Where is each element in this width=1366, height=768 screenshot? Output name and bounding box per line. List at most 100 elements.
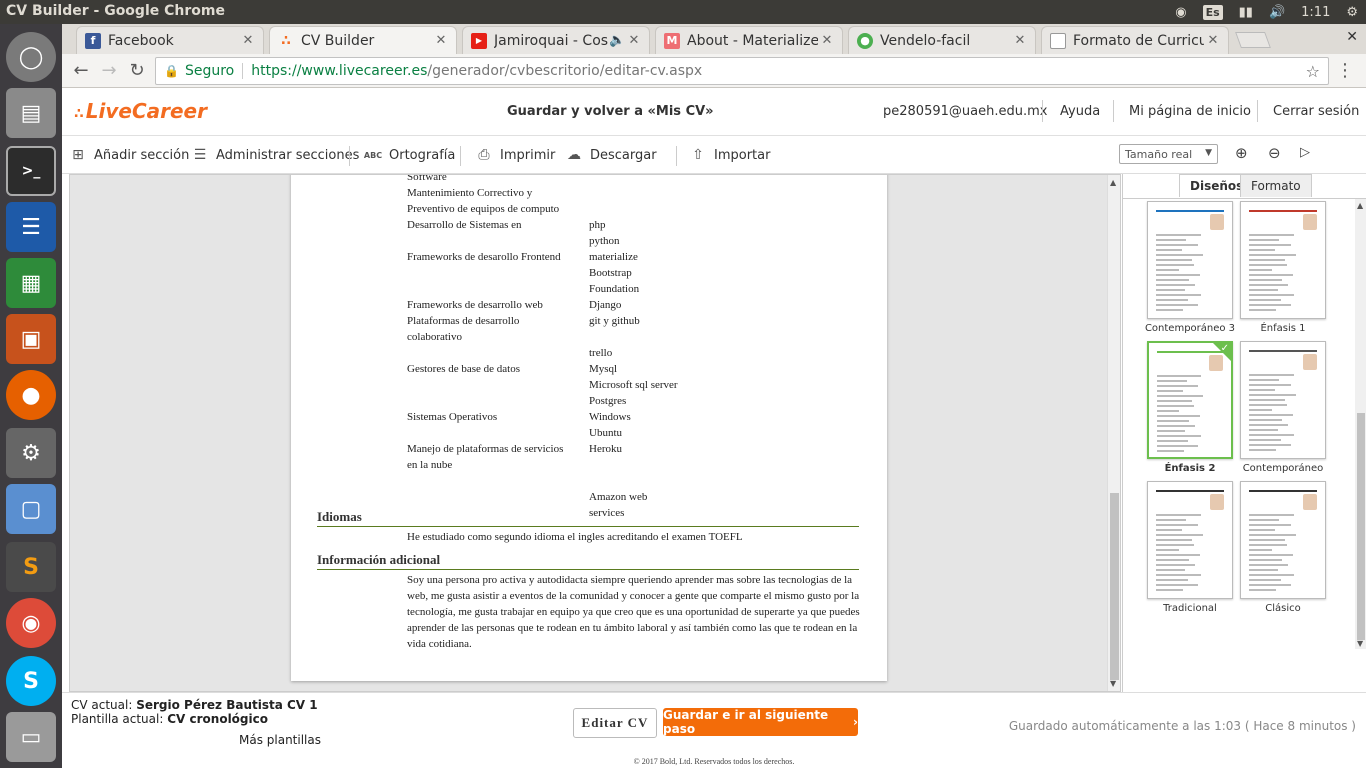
template-thumbnail[interactable]	[1147, 201, 1233, 319]
template-label[interactable]: Tradicional	[1140, 603, 1240, 614]
template-thumbnail[interactable]	[1240, 201, 1326, 319]
tab-formato-curriculum[interactable]: Formato de Curricu ✕	[1041, 26, 1229, 54]
thumbnail-text-line	[1157, 385, 1198, 387]
close-icon[interactable]: ✕	[239, 33, 257, 48]
thumbnail-text-line	[1156, 534, 1203, 536]
battery-icon[interactable]: ▮▮	[1231, 0, 1261, 24]
thumbnail-text-line	[1156, 254, 1203, 256]
chrome-icon[interactable]: ◉	[6, 598, 56, 648]
zoom-select[interactable]: Tamaño real ▼	[1119, 144, 1218, 164]
thumbnail-text-line	[1249, 379, 1280, 381]
skill-value: Foundation	[589, 283, 640, 295]
wifi-icon[interactable]: ◉	[1167, 0, 1194, 24]
add-section-button[interactable]: ⊞ Añadir sección	[69, 147, 189, 163]
scroll-up-icon[interactable]: ▲	[1357, 201, 1363, 210]
sublime-icon[interactable]: S	[6, 542, 56, 592]
cv-document[interactable]: Software Mantenimiento Correctivo y Preven…	[291, 175, 887, 681]
files-icon[interactable]: ▤	[6, 88, 56, 138]
editor-scrollbar[interactable]: ▲ ▼	[1107, 175, 1120, 691]
template-label[interactable]: Clásico	[1233, 603, 1333, 614]
fullscreen-icon[interactable]: ▷	[1300, 145, 1310, 160]
zoom-select-value: Tamaño real	[1125, 148, 1193, 161]
thumbnail-text-line	[1156, 244, 1198, 246]
thumbnail-text-line	[1249, 579, 1281, 581]
print-button[interactable]: ⎙ Imprimir	[475, 147, 555, 163]
close-icon[interactable]: ✕	[432, 33, 450, 48]
volume-icon[interactable]: 🔊	[1261, 0, 1293, 24]
tab-vendelo-facil[interactable]: ● Vendelo-facil ✕	[848, 26, 1036, 54]
skype-icon[interactable]: S	[6, 656, 56, 706]
help-link[interactable]: Ayuda	[1060, 104, 1100, 119]
header-divider	[1257, 100, 1258, 122]
import-button[interactable]: ⇧ Importar	[689, 147, 770, 163]
scroll-down-icon[interactable]: ▼	[1357, 639, 1363, 648]
menu-icon[interactable]: ⋮	[1336, 60, 1354, 81]
new-tab-button[interactable]	[1235, 32, 1271, 48]
thumbnail-text-line	[1157, 380, 1187, 382]
save-next-button[interactable]: Guardar e ir al siguiente paso ›	[663, 708, 858, 736]
template-thumbnail[interactable]	[1240, 481, 1326, 599]
firefox-icon[interactable]: ●	[6, 370, 56, 420]
keyboard-layout: Es	[1202, 4, 1223, 20]
reload-icon[interactable]: ↻	[126, 60, 148, 82]
scrollbar-thumb[interactable]	[1357, 413, 1365, 640]
home-link[interactable]: Mi página de inicio	[1129, 104, 1251, 119]
livecareer-logo[interactable]: ∴ LiveCareer	[74, 99, 207, 123]
bookmark-star-icon[interactable]: ☆	[1306, 62, 1320, 81]
window-title: CV Builder - Google Chrome	[6, 3, 225, 19]
edit-cv-button[interactable]: Editar CV	[573, 708, 657, 738]
add-section-icon: ⊞	[72, 147, 84, 163]
tab-format[interactable]: Formato	[1240, 174, 1312, 197]
toolbar-divider	[676, 146, 677, 166]
tab-cv-builder[interactable]: ∴ CV Builder ✕	[269, 26, 457, 54]
scroll-up-icon[interactable]: ▲	[1110, 178, 1116, 187]
template-thumbnail[interactable]	[1147, 481, 1233, 599]
forward-icon[interactable]: →	[98, 60, 120, 82]
address-bar[interactable]: 🔒 Seguro https://www.livecareer.es/gener…	[155, 57, 1329, 85]
close-icon[interactable]: ✕	[1204, 33, 1222, 48]
close-window-icon[interactable]: ✕	[1346, 29, 1358, 45]
template-label[interactable]: Énfasis 2	[1140, 463, 1240, 474]
save-next-label: Guardar e ir al siguiente paso	[663, 708, 829, 736]
template-label[interactable]: Énfasis 1	[1233, 323, 1333, 334]
tab-materialize[interactable]: M About - Materialize ✕	[655, 26, 843, 54]
terminal-icon[interactable]: >_	[6, 146, 56, 196]
speaker-icon[interactable]: 🔈	[609, 33, 625, 48]
keyboard-layout-indicator[interactable]: Es	[1195, 0, 1231, 24]
clock[interactable]: 1:11	[1293, 0, 1338, 24]
template-thumbnail[interactable]	[1240, 341, 1326, 459]
template-label[interactable]: Contemporáneo 3	[1140, 323, 1240, 334]
template-thumbnail[interactable]: ✓	[1147, 341, 1233, 459]
lock-icon: 🔒	[164, 64, 179, 78]
close-icon[interactable]: ✕	[625, 33, 643, 48]
tab-facebook[interactable]: f Facebook ✕	[76, 26, 264, 54]
scrollbar-thumb[interactable]	[1110, 493, 1119, 680]
download-button[interactable]: ☁ Descargar	[565, 147, 657, 163]
tab-jamiroquai[interactable]: ▶ Jamiroquai - Cos 🔈 ✕	[462, 26, 650, 54]
impress-icon[interactable]: ▣	[6, 314, 56, 364]
gear-icon[interactable]: ⚙	[1338, 0, 1366, 24]
current-cv-name: Sergio Pérez Bautista CV 1	[136, 698, 318, 712]
thumbnail-text-line	[1249, 254, 1296, 256]
zoom-out-icon[interactable]: ⊖	[1268, 144, 1281, 162]
save-return-link[interactable]: Guardar y volver a «Mis CV»	[507, 104, 714, 119]
close-icon[interactable]: ✕	[1011, 33, 1029, 48]
template-label[interactable]: Contemporáneo	[1233, 463, 1333, 474]
template-scrollbar[interactable]: ▲ ▼	[1355, 199, 1366, 649]
settings-icon[interactable]: ⚙	[6, 428, 56, 478]
writer-icon[interactable]: ☰	[6, 202, 56, 252]
calc-icon[interactable]: ▦	[6, 258, 56, 308]
section-divider	[317, 569, 859, 570]
ubuntu-dash-icon[interactable]: ◯	[6, 32, 56, 82]
trash-icon[interactable]: ▭	[6, 712, 56, 762]
virtualbox-icon[interactable]: ▢	[6, 484, 56, 534]
back-icon[interactable]: ←	[70, 60, 92, 82]
logout-link[interactable]: Cerrar sesión	[1273, 104, 1359, 119]
close-icon[interactable]: ✕	[818, 33, 836, 48]
skill-value: materialize	[589, 251, 638, 263]
spelling-button[interactable]: ABC Ortografía	[364, 147, 455, 163]
scroll-down-icon[interactable]: ▼	[1110, 679, 1116, 688]
zoom-in-icon[interactable]: ⊕	[1235, 144, 1248, 162]
manage-sections-button[interactable]: ☰ Administrar secciones	[191, 147, 360, 163]
more-templates-link[interactable]: Más plantillas	[239, 733, 321, 747]
